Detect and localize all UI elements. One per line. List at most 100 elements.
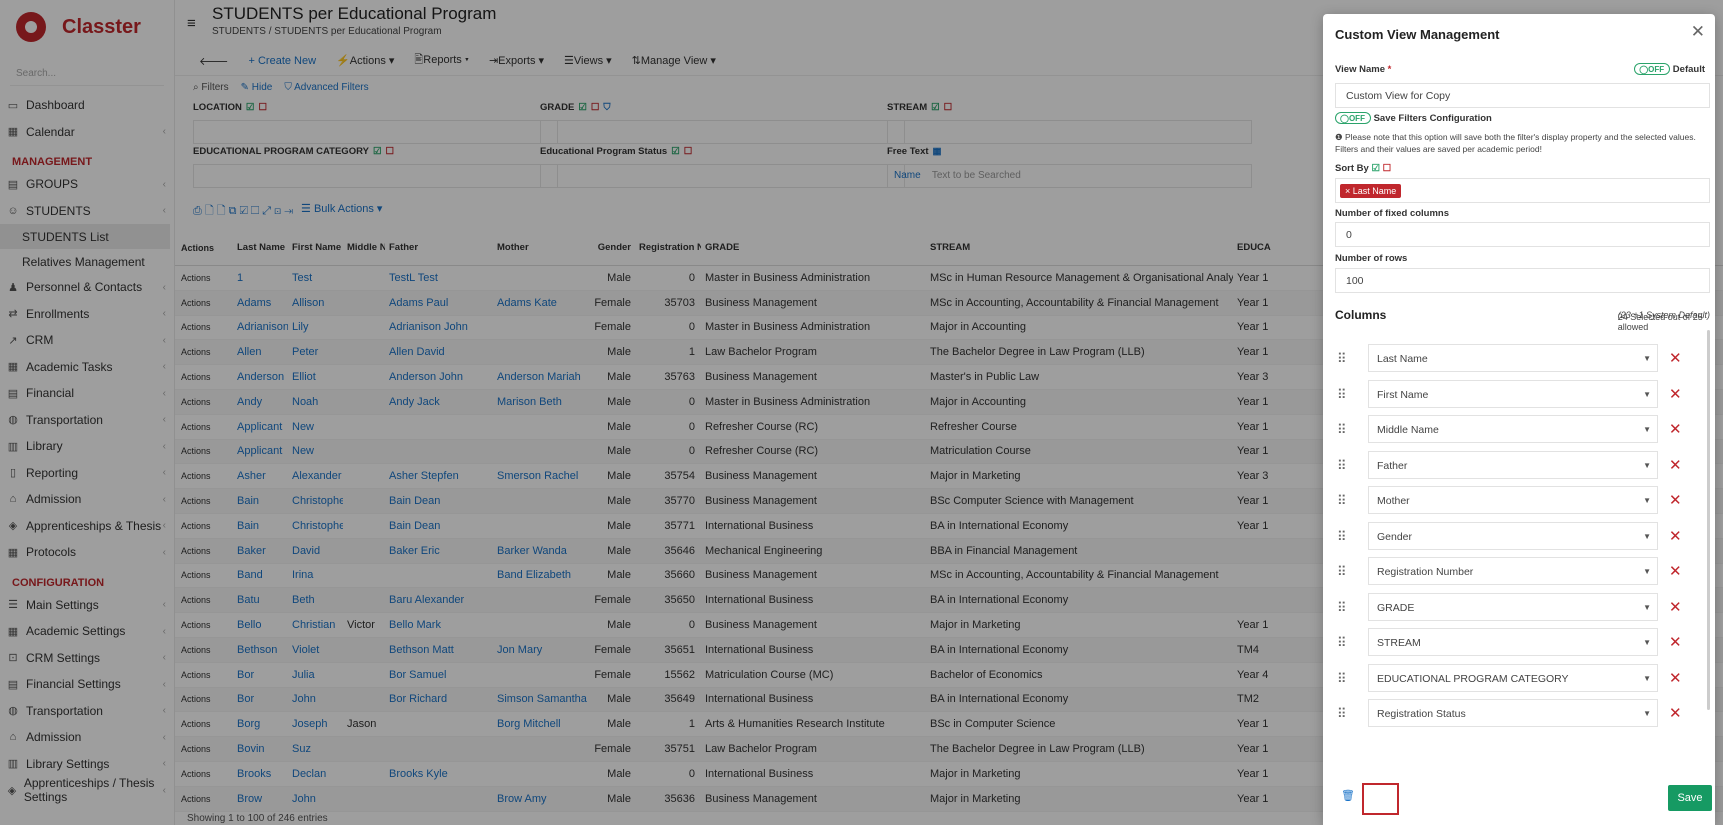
column-config-row: ⠿ First Name ▼ ✕ [1335, 379, 1700, 408]
columns-count: 24 Selected out of 25 allowed (23 +1 Syst… [1618, 310, 1710, 332]
drag-handle-icon[interactable]: ⠿ [1337, 600, 1346, 616]
sort-by-label: Sort By ☑ ☐ [1335, 163, 1391, 174]
modal-title: Custom View Management [1335, 27, 1500, 42]
save-filters-toggle[interactable]: ◯OFF [1335, 112, 1371, 124]
chevron-down-icon: ▼ [1643, 496, 1651, 505]
column-select-value: Registration Status [1377, 708, 1466, 720]
column-select[interactable]: Registration Status ▼ [1368, 699, 1658, 727]
drag-handle-icon[interactable]: ⠿ [1337, 422, 1346, 438]
chevron-down-icon: ▼ [1643, 460, 1651, 470]
chevron-down-icon: ▼ [1643, 531, 1651, 541]
sort-by-text: Sort By [1335, 163, 1369, 174]
save-filters-state: OFF [1348, 114, 1365, 123]
column-select[interactable]: Middle Name ▼ [1368, 415, 1658, 443]
save-button[interactable]: Save [1668, 785, 1712, 811]
trash-icon[interactable]: 🗑 [1341, 789, 1355, 802]
view-name-label: View Name * [1335, 64, 1391, 75]
remove-column-icon[interactable]: ✕ [1669, 562, 1682, 580]
column-select[interactable]: EDUCATIONAL PROGRAM CATEGORY ▼ [1368, 663, 1658, 692]
column-select[interactable]: Gender ▼ [1368, 521, 1658, 550]
modal-scrollbar[interactable] [1707, 330, 1710, 710]
column-select[interactable]: Mother ▼ [1368, 486, 1658, 514]
highlight-box[interactable] [1362, 783, 1399, 815]
view-name-text: View Name [1335, 64, 1385, 75]
drag-handle-icon[interactable]: ⠿ [1337, 564, 1346, 580]
column-config-row: ⠿ Middle Name ▼ ✕ [1335, 415, 1700, 443]
drag-handle-icon[interactable]: ⠿ [1337, 493, 1346, 509]
remove-column-icon[interactable]: ✕ [1669, 598, 1682, 616]
fixed-columns-input[interactable]: 0 [1335, 222, 1710, 247]
drag-handle-icon[interactable]: ⠿ [1337, 635, 1346, 651]
close-icon[interactable]: ✕ [1691, 22, 1705, 42]
default-toggle[interactable]: ◯OFF [1634, 63, 1671, 75]
column-select-value: EDUCATIONAL PROGRAM CATEGORY [1377, 672, 1569, 685]
info-icon: ❶ [1335, 132, 1343, 142]
column-config-row: ⠿ EDUCATIONAL PROGRAM CATEGORY ▼ ✕ [1335, 663, 1700, 692]
column-select[interactable]: Last Name ▼ [1368, 344, 1658, 372]
column-select[interactable]: Father ▼ [1368, 450, 1658, 479]
filters-note: ❶ Please note that this option will save… [1335, 131, 1710, 155]
number-of-rows-input[interactable]: 100 [1335, 268, 1710, 293]
remove-column-icon[interactable]: ✕ [1669, 704, 1682, 722]
drag-handle-icon[interactable]: ⠿ [1337, 529, 1346, 545]
column-config-row: ⠿ Last Name ▼ ✕ [1335, 344, 1700, 372]
chevron-down-icon: ▼ [1643, 389, 1651, 399]
column-config-row: ⠿ Registration Status ▼ ✕ [1335, 699, 1700, 727]
remove-column-icon[interactable]: ✕ [1669, 420, 1682, 438]
column-select-value: Last Name [1377, 353, 1428, 365]
remove-column-icon[interactable]: ✕ [1669, 491, 1682, 509]
column-select-value: Father [1377, 459, 1408, 472]
column-select[interactable]: Registration Number ▼ [1368, 557, 1658, 585]
column-config-row: ⠿ Gender ▼ ✕ [1335, 521, 1700, 550]
column-config-row: ⠿ Mother ▼ ✕ [1335, 486, 1700, 514]
fixed-columns-label: Number of fixed columns [1335, 208, 1450, 219]
columns-title: Columns [1335, 308, 1387, 322]
drag-handle-icon[interactable]: ⠿ [1337, 671, 1346, 687]
chevron-down-icon: ▼ [1643, 602, 1651, 612]
column-config-row: ⠿ Father ▼ ✕ [1335, 450, 1700, 479]
column-select-value: Mother [1377, 495, 1410, 507]
remove-icon[interactable]: ☐ [1383, 163, 1392, 174]
column-select[interactable]: GRADE ▼ [1368, 592, 1658, 621]
chevron-down-icon: ▼ [1643, 638, 1651, 647]
save-filters-label: Save Filters Configuration [1373, 113, 1492, 124]
view-name-input[interactable]: Custom View for Copy [1335, 83, 1710, 108]
custom-view-modal: Custom View Management ✕ View Name * ◯OF… [1323, 14, 1715, 825]
chevron-down-icon: ▼ [1643, 567, 1651, 576]
edit-icon[interactable]: ☑ [1371, 163, 1380, 174]
column-select-value: STREAM [1377, 637, 1421, 649]
remove-column-icon[interactable]: ✕ [1669, 349, 1682, 367]
column-select-value: Gender [1377, 530, 1413, 543]
remove-column-icon[interactable]: ✕ [1669, 633, 1682, 651]
remove-column-icon[interactable]: ✕ [1669, 456, 1682, 474]
default-toggle-group: ◯OFF Default [1634, 63, 1705, 75]
default-label: Default [1672, 64, 1705, 75]
chevron-down-icon: ▼ [1643, 673, 1651, 683]
columns-count-text: 24 Selected out of 25 allowed [1617, 312, 1703, 332]
remove-column-icon[interactable]: ✕ [1669, 669, 1682, 687]
remove-column-icon[interactable]: ✕ [1669, 527, 1682, 545]
number-of-rows-label: Number of rows [1335, 253, 1408, 264]
column-select-value: GRADE [1377, 601, 1415, 614]
remove-column-icon[interactable]: ✕ [1669, 385, 1682, 403]
chevron-down-icon: ▼ [1643, 354, 1651, 363]
drag-handle-icon[interactable]: ⠿ [1337, 458, 1346, 474]
drag-handle-icon[interactable]: ⠿ [1337, 706, 1346, 722]
column-config-row: ⠿ STREAM ▼ ✕ [1335, 628, 1700, 656]
column-select-value: First Name [1377, 388, 1429, 401]
drag-handle-icon[interactable]: ⠿ [1337, 351, 1346, 367]
filters-note-text: Please note that this option will save b… [1335, 132, 1696, 154]
required-marker: * [1387, 64, 1392, 75]
sort-chip-last-name[interactable]: × Last Name [1340, 184, 1402, 198]
column-config-row: ⠿ GRADE ▼ ✕ [1335, 592, 1700, 621]
columns-header: Columns 24 Selected out of 25 allowed (23 … [1335, 308, 1710, 332]
sort-by-input[interactable]: × Last Name [1335, 178, 1710, 203]
chevron-down-icon: ▼ [1643, 425, 1651, 434]
default-toggle-state: OFF [1648, 65, 1665, 74]
column-select-value: Registration Number [1377, 566, 1474, 578]
column-config-row: ⠿ Registration Number ▼ ✕ [1335, 557, 1700, 585]
drag-handle-icon[interactable]: ⠿ [1337, 387, 1346, 403]
column-select[interactable]: STREAM ▼ [1368, 628, 1658, 656]
column-select[interactable]: First Name ▼ [1368, 379, 1658, 408]
save-filters-group: ◯OFF Save Filters Configuration [1335, 112, 1492, 124]
